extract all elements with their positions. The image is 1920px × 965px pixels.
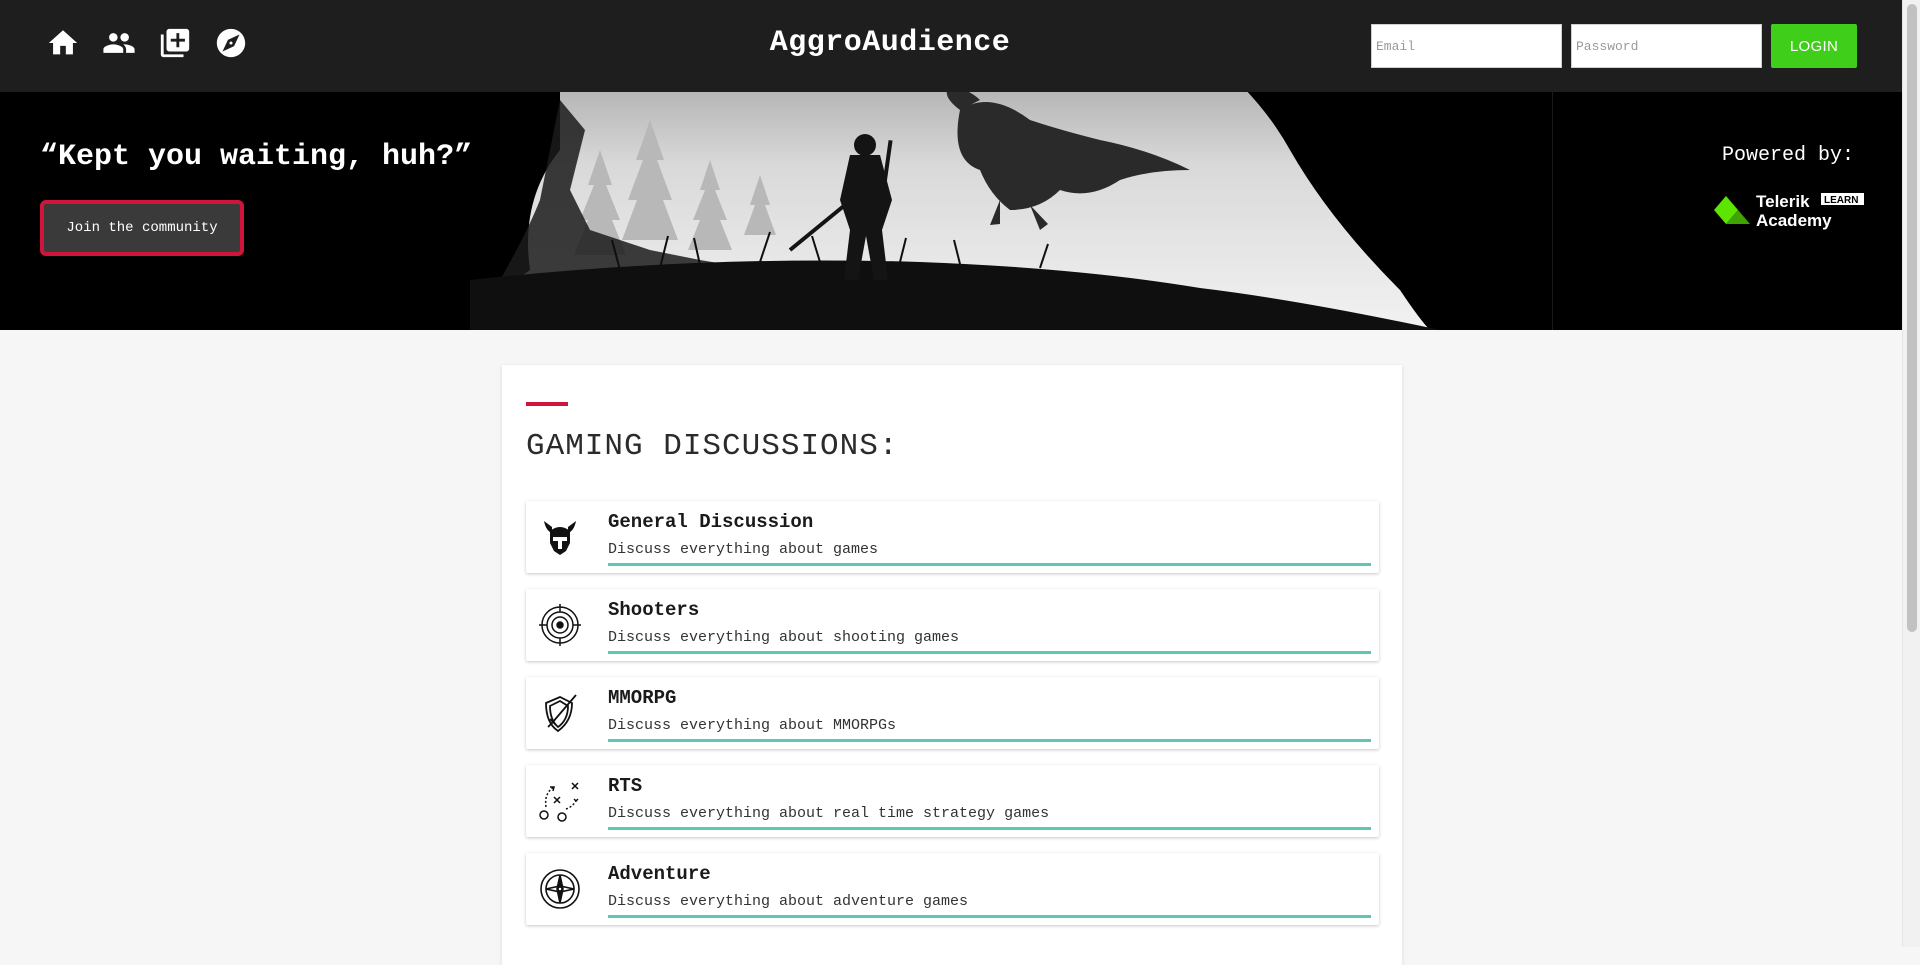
category-mmorpg[interactable]: MMORPG Discuss everything about MMORPGs bbox=[526, 677, 1379, 749]
category-underline bbox=[608, 915, 1371, 918]
strategy-plan-icon bbox=[538, 779, 582, 823]
password-field[interactable] bbox=[1571, 24, 1762, 68]
login-button[interactable]: LOGIN bbox=[1771, 24, 1857, 68]
category-rts[interactable]: RTS Discuss everything about real time s… bbox=[526, 765, 1379, 837]
category-description: Discuss everything about real time strat… bbox=[608, 805, 1050, 822]
category-title: Shooters bbox=[608, 599, 700, 621]
category-title: RTS bbox=[608, 775, 643, 797]
category-title: MMORPG bbox=[608, 687, 677, 709]
category-underline bbox=[608, 563, 1371, 566]
svg-text:Telerik: Telerik bbox=[1756, 192, 1810, 211]
gaming-discussions-card: GAMING DISCUSSIONS: General Discussion D… bbox=[502, 365, 1402, 965]
powered-by-label: Powered by: bbox=[1722, 144, 1855, 167]
hero-quote: “Kept you waiting, huh?” bbox=[40, 140, 473, 174]
top-navbar: AggroAudience LOGIN bbox=[0, 0, 1902, 92]
category-description: Discuss everything about shooting games bbox=[608, 629, 960, 646]
category-underline bbox=[608, 651, 1371, 654]
category-description: Discuss everything about adventure games bbox=[608, 893, 969, 910]
category-adventure[interactable]: Adventure Discuss everything about adven… bbox=[526, 853, 1379, 925]
login-form: LOGIN bbox=[1371, 24, 1857, 68]
accent-bar bbox=[526, 402, 568, 406]
category-title: General Discussion bbox=[608, 511, 814, 533]
category-shooters[interactable]: Shooters Discuss everything about shooti… bbox=[526, 589, 1379, 661]
email-field[interactable] bbox=[1371, 24, 1562, 68]
page-scrollbar[interactable] bbox=[1902, 0, 1920, 947]
join-community-button[interactable]: Join the community bbox=[40, 200, 244, 256]
scrollbar-thumb[interactable] bbox=[1907, 4, 1917, 632]
svg-text:Academy: Academy bbox=[1756, 211, 1832, 230]
section-title: GAMING DISCUSSIONS: bbox=[526, 429, 899, 464]
target-icon bbox=[538, 603, 582, 647]
category-underline bbox=[608, 827, 1371, 830]
category-general-discussion[interactable]: General Discussion Discuss everything ab… bbox=[526, 501, 1379, 573]
category-description: Discuss everything about MMORPGs bbox=[608, 717, 897, 734]
compass-icon bbox=[538, 867, 582, 911]
category-underline bbox=[608, 739, 1371, 742]
svg-text:LEARN: LEARN bbox=[1824, 195, 1858, 206]
category-list: General Discussion Discuss everything ab… bbox=[526, 501, 1379, 925]
sword-shield-icon bbox=[538, 691, 582, 735]
category-description: Discuss everything about games bbox=[608, 541, 879, 558]
viking-helmet-icon bbox=[538, 515, 582, 559]
category-title: Adventure bbox=[608, 863, 711, 885]
telerik-academy-logo[interactable]: Telerik Academy LEARN bbox=[1712, 190, 1866, 230]
